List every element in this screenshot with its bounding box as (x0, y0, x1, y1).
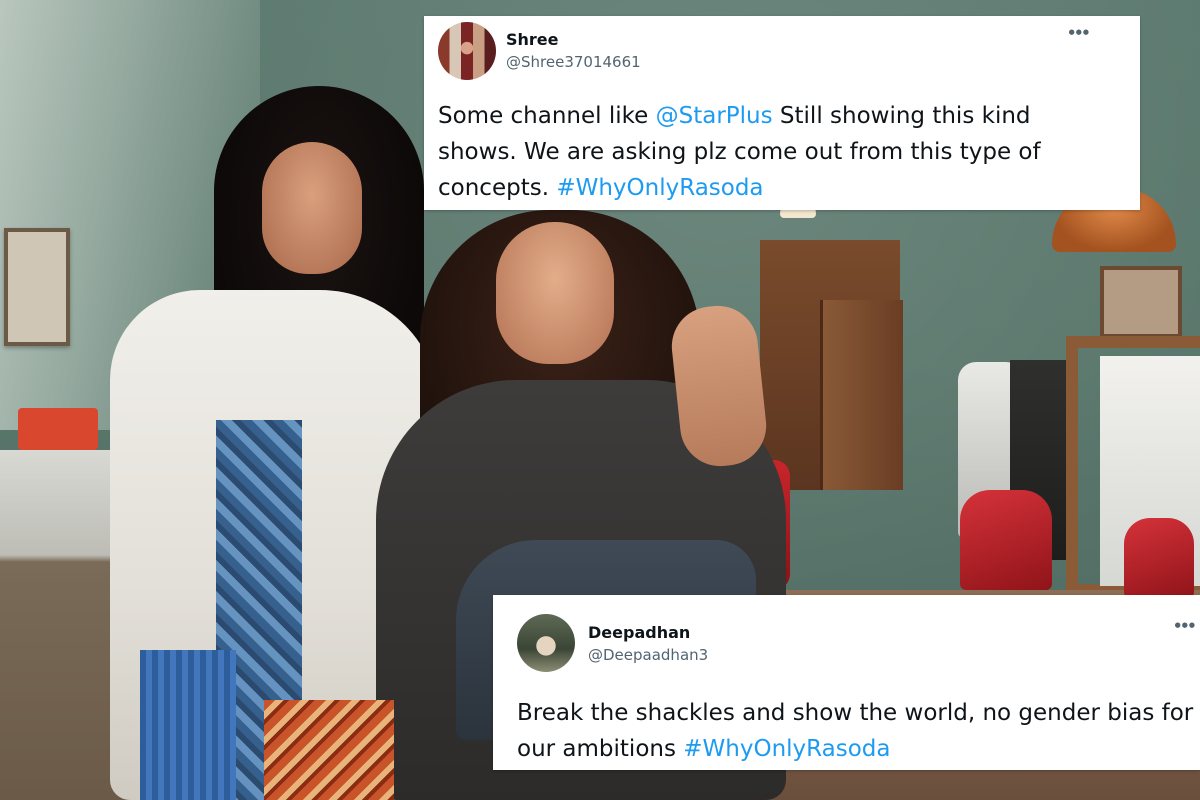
red-salon-chair (960, 490, 1052, 590)
tweet-card[interactable]: Deepadhan @Deepaadhan3 ●●● Break the sha… (493, 595, 1200, 770)
wall-picture-left (4, 228, 70, 346)
more-icon[interactable]: ●●● (1069, 28, 1090, 36)
tweet-text-part: Some channel like (438, 103, 656, 129)
avatar[interactable] (438, 22, 496, 80)
more-icon[interactable]: ●●● (1175, 621, 1196, 629)
user-handle[interactable]: @Shree37014661 (506, 53, 641, 71)
user-name[interactable]: Deepadhan (588, 623, 690, 642)
hashtag-link[interactable]: #WhyOnlyRasoda (556, 175, 763, 201)
wall-picture-right (1100, 266, 1182, 338)
mention-link[interactable]: @StarPlus (656, 103, 773, 129)
user-name[interactable]: Shree (506, 30, 559, 49)
hashtag-link[interactable]: #WhyOnlyRasoda (683, 736, 890, 762)
tweet-card[interactable]: Shree @Shree37014661 ●●● Some channel li… (424, 16, 1140, 210)
tweet-text: Some channel like @StarPlus Still showin… (438, 98, 1098, 206)
patterned-skirt (264, 700, 394, 800)
user-handle[interactable]: @Deepaadhan3 (588, 646, 708, 664)
tweet-text: Break the shackles and show the world, n… (517, 695, 1197, 767)
wooden-cabinet-door (820, 300, 903, 490)
woman-left-face (262, 142, 362, 274)
counter-items (18, 408, 98, 450)
woman-right-face (496, 222, 614, 364)
blue-skirt (140, 650, 236, 800)
red-salon-chair-far (1124, 518, 1194, 598)
avatar[interactable] (517, 614, 575, 672)
